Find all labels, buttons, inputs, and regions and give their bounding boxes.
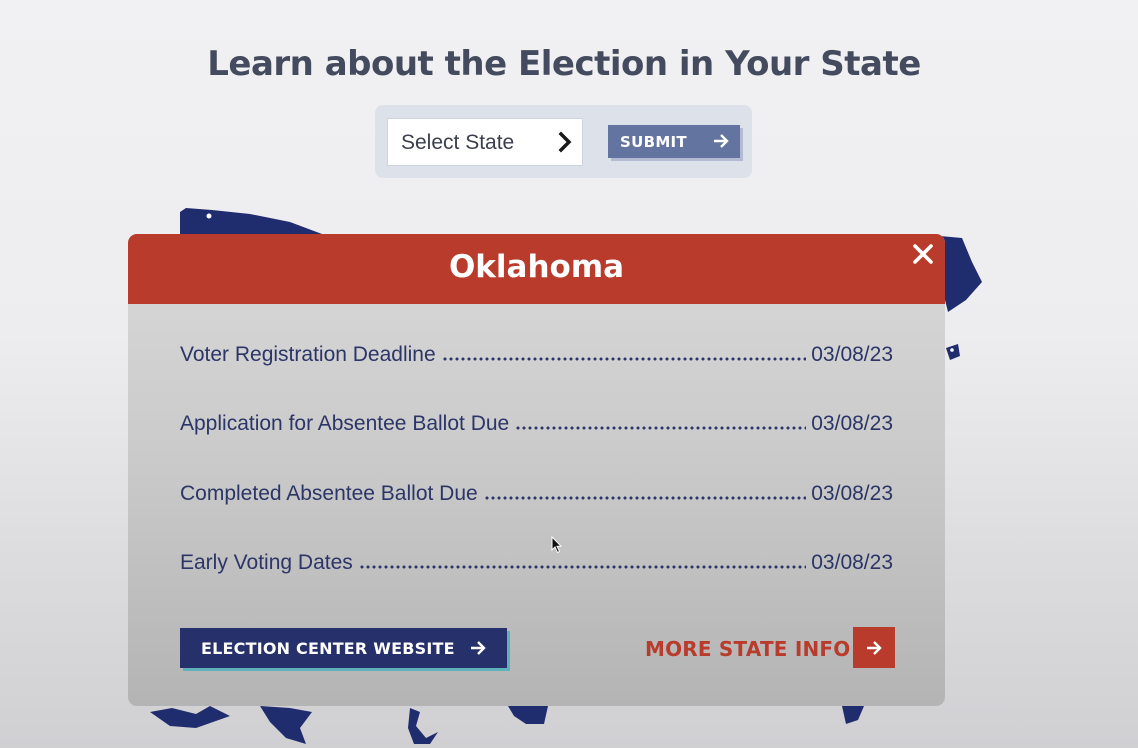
map-state-maine <box>940 236 982 312</box>
more-state-info-arrow-button[interactable] <box>853 627 895 668</box>
deadline-row: Completed Absentee Ballot Due 03/08/23 <box>180 476 893 506</box>
deadline-row: Voter Registration Deadline 03/08/23 <box>180 337 893 367</box>
deadline-date: 03/08/23 <box>811 482 893 505</box>
modal-header: Oklahoma <box>128 234 945 304</box>
more-state-info-link[interactable]: MORE STATE INFO <box>643 627 895 669</box>
deadline-label: Completed Absentee Ballot Due <box>180 482 478 505</box>
map-state-alaska-islands <box>150 706 230 728</box>
deadline-label: Voter Registration Deadline <box>180 343 436 366</box>
dotted-leader <box>441 357 807 361</box>
arrow-right-icon <box>471 641 486 655</box>
deadline-date: 03/08/23 <box>811 412 893 435</box>
deadline-row: Application for Absentee Ballot Due 03/0… <box>180 406 893 436</box>
map-island-dot <box>206 213 212 219</box>
more-state-info-label: MORE STATE INFO <box>645 637 851 661</box>
deadline-row: Early Voting Dates 03/08/23 <box>180 545 893 575</box>
map-state-alaska <box>260 706 312 744</box>
election-center-website-button[interactable]: ELECTION CENTER WEBSITE <box>180 628 507 668</box>
deadline-label: Early Voting Dates <box>180 551 353 574</box>
close-icon[interactable] <box>909 240 937 268</box>
deadline-date: 03/08/23 <box>811 343 893 366</box>
map-island-dot <box>950 348 954 352</box>
dotted-leader <box>515 426 807 430</box>
modal-title: Oklahoma <box>448 249 625 285</box>
dotted-leader <box>483 496 807 500</box>
arrow-right-icon <box>867 641 882 655</box>
map-state-massachusetts <box>946 344 960 360</box>
deadline-label: Application for Absentee Ballot Due <box>180 412 510 435</box>
dotted-leader <box>358 565 807 569</box>
map-state-hawaii <box>408 708 438 744</box>
map-state-texas-tip <box>508 706 548 724</box>
mouse-cursor-icon <box>551 536 563 554</box>
deadline-date: 03/08/23 <box>811 551 893 574</box>
state-info-modal: Oklahoma Voter Registration Deadline 03/… <box>128 234 945 706</box>
map-state-washington <box>180 208 322 234</box>
election-center-label: ELECTION CENTER WEBSITE <box>201 639 455 658</box>
map-state-florida-tip <box>842 706 864 724</box>
